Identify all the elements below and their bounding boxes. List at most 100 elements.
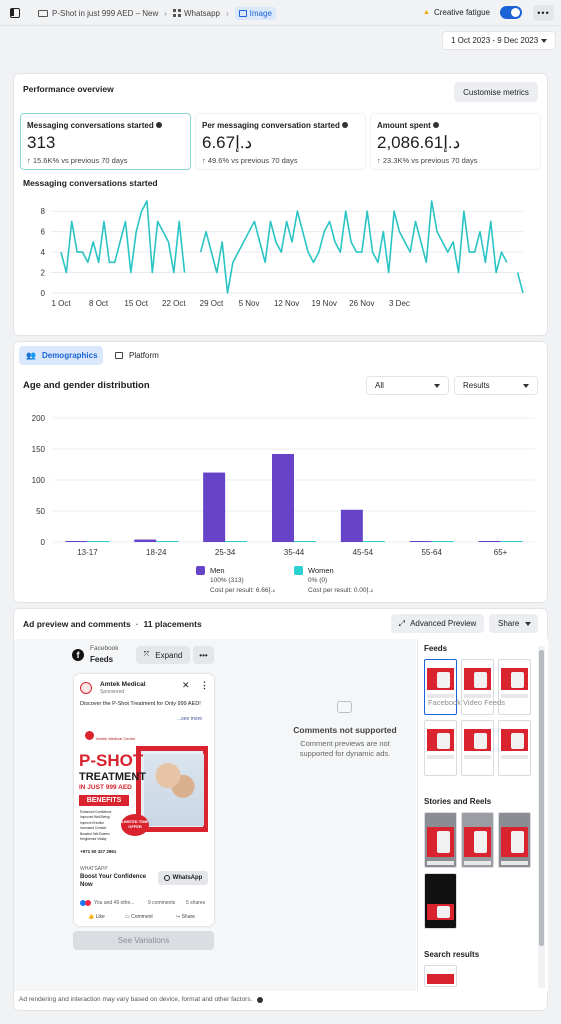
shares-count: 5 shares [186,900,206,906]
advanced-preview-button[interactable]: ⤢ Advanced Preview [391,614,484,633]
placement-thumb-search[interactable] [424,965,457,987]
placement-thumb-feeds[interactable] [461,720,494,776]
bar-men [65,541,88,542]
customise-metrics-button[interactable]: Customise metrics [454,82,538,102]
tab-platform[interactable]: Platform [115,346,159,365]
breadcrumb-campaign[interactable]: P-Shot in just 999 AED – New [52,9,158,18]
legend-women-swatch [294,566,303,575]
close-icon[interactable]: ✕ [182,680,190,691]
breadcrumb-adset[interactable]: Whatsapp [184,9,220,18]
x-tick-label: 19 Nov [312,299,337,308]
ad-body-text: Discover the P-Shot Treatment for Only 9… [80,701,201,707]
x-tick-label: 22 Oct [162,299,186,308]
people-icon: 👥 [26,351,36,360]
info-icon [433,122,440,128]
placement-thumb-reels[interactable] [498,812,531,868]
comments-not-supported-title: Comments not supported [293,725,397,735]
x-tick-label: 13-17 [77,548,98,557]
see-more-link[interactable]: ...see more [177,716,202,722]
preview-more-button[interactable]: ••• [193,646,214,664]
metric-card-amount-spent[interactable]: Amount spent 2,086.61د.إ ↑ 23.3K% vs pre… [370,113,541,170]
share-arrow-icon: ↪ [176,914,181,920]
whatsapp-icon [163,875,170,881]
tab-demographics-label: Demographics [41,351,98,360]
x-tick-label: 26 Nov [349,299,374,308]
headline-pshot: P-SHOT [79,751,144,770]
whatsapp-cta-button[interactable]: WhatsApp [158,871,208,885]
benefits-banner: BENEFITS [79,795,129,806]
bar-women [225,541,248,542]
legend-men-pct: 100% (313) [210,577,244,584]
filter-all-dropdown[interactable]: All [366,376,449,395]
metric-value: 313 [27,133,56,152]
x-tick-label: 18-24 [146,548,167,557]
messaging-conversations-line-chart: 0 2 4 6 8 1 Oct 8 Oct 15 Oct 22 Oct 29 Oct 5 Nov 12… [41,200,524,308]
placement-thumb-feeds[interactable] [424,720,457,776]
breadcrumb-separator: › [164,8,167,18]
bar-men [478,541,501,542]
legend-women: Women 0% (0) Cost per result: 0.00د.إ [294,566,373,596]
age-gender-title: Age and gender distribution [23,380,150,391]
y-tick-label: 0 [41,289,46,298]
clinic-logo-text: Amtek Medical Centre [96,736,136,741]
bar-women [431,541,454,542]
ad-toggle[interactable] [500,6,522,19]
chevron-down-icon [523,384,529,388]
share-action[interactable]: ↪ Share [176,914,195,920]
clinic-logo-icon [85,731,94,740]
y-tick-label: 2 [41,269,46,278]
thumbs-up-icon: 👍 [88,914,95,920]
scrollbar-thumb[interactable] [539,650,544,946]
metric-label: Per messaging conversation started [202,121,349,130]
y-tick-label: 50 [36,507,45,516]
ad-creative-image[interactable]: Amtek Medical Centre P-SHOT TREATMENT IN… [74,726,214,860]
sidebar-toggle-icon[interactable] [10,8,20,18]
headline-price: IN JUST 999 AED [79,784,132,791]
section-feeds: Feeds [424,644,448,653]
comment-action[interactable]: ▭ Comment [125,914,153,920]
metric-label: Amount spent [377,121,440,130]
bar-men [134,539,157,542]
headline-treatment: TREATMENT [79,771,147,783]
speech-bubble-icon [337,701,352,713]
post-menu-icon[interactable]: ⋮ [200,680,209,691]
expand-button[interactable]: ⤧ Expand [136,646,190,664]
more-icon: ••• [199,650,208,660]
benefits-list: Enhanced Confidence Improved Well-Being … [80,810,111,842]
comment-icon: ▭ [125,914,130,920]
like-action[interactable]: 👍 Like [88,914,105,920]
metric-card-messaging[interactable]: Messaging conversations started 313 ↑ 15… [20,113,191,170]
tab-demographics[interactable]: 👥 Demographics [19,346,103,365]
phone-number: +971 50 327 2961 [80,849,117,854]
share-dropdown-button[interactable]: Share [489,614,538,633]
y-tick-label: 150 [32,445,46,454]
legend-women-name: Women [308,566,334,575]
placement-thumb-reels-dark[interactable] [424,873,457,929]
legend-women-pct: 0% (0) [308,577,328,584]
limited-offer-badge: LIMITED TIME OFFER [121,814,149,836]
x-tick-label: 55-64 [421,548,442,557]
filter-results-dropdown[interactable]: Results [454,376,538,395]
metric-change: ↑ 23.3K% vs previous 70 days [377,156,478,165]
series-line [199,200,508,294]
tab-platform-label: Platform [129,351,159,360]
more-options-button[interactable]: ••• [533,5,554,21]
date-range-picker[interactable]: 1 Oct 2023 - 9 Dec 2023 [442,31,556,50]
placement-thumb-stories[interactable] [461,812,494,868]
section-search-results: Search results [424,950,480,959]
comments-count: 9 comments [148,900,176,906]
toggle-knob [511,8,520,17]
breadcrumb-ad[interactable]: Image [234,6,276,20]
devices-icon [115,352,123,359]
metric-card-cost-per-conversation[interactable]: Per messaging conversation started 6.67د… [195,113,366,170]
x-tick-label: 25-34 [215,548,236,557]
share-label: Share [498,619,520,628]
line-chart-title: Messaging conversations started [23,178,158,188]
placement-thumb-stories[interactable] [424,812,457,868]
legend-men-cost: Cost per result: 6.66د.إ [210,587,276,594]
bar-women [156,541,179,542]
see-variations-button[interactable]: See Variations [73,931,214,950]
video-feeds-tooltip: Facebook Video Feeds [428,698,505,707]
warning-icon: ▲ [423,9,430,16]
placement-thumb-feeds[interactable] [498,720,531,776]
